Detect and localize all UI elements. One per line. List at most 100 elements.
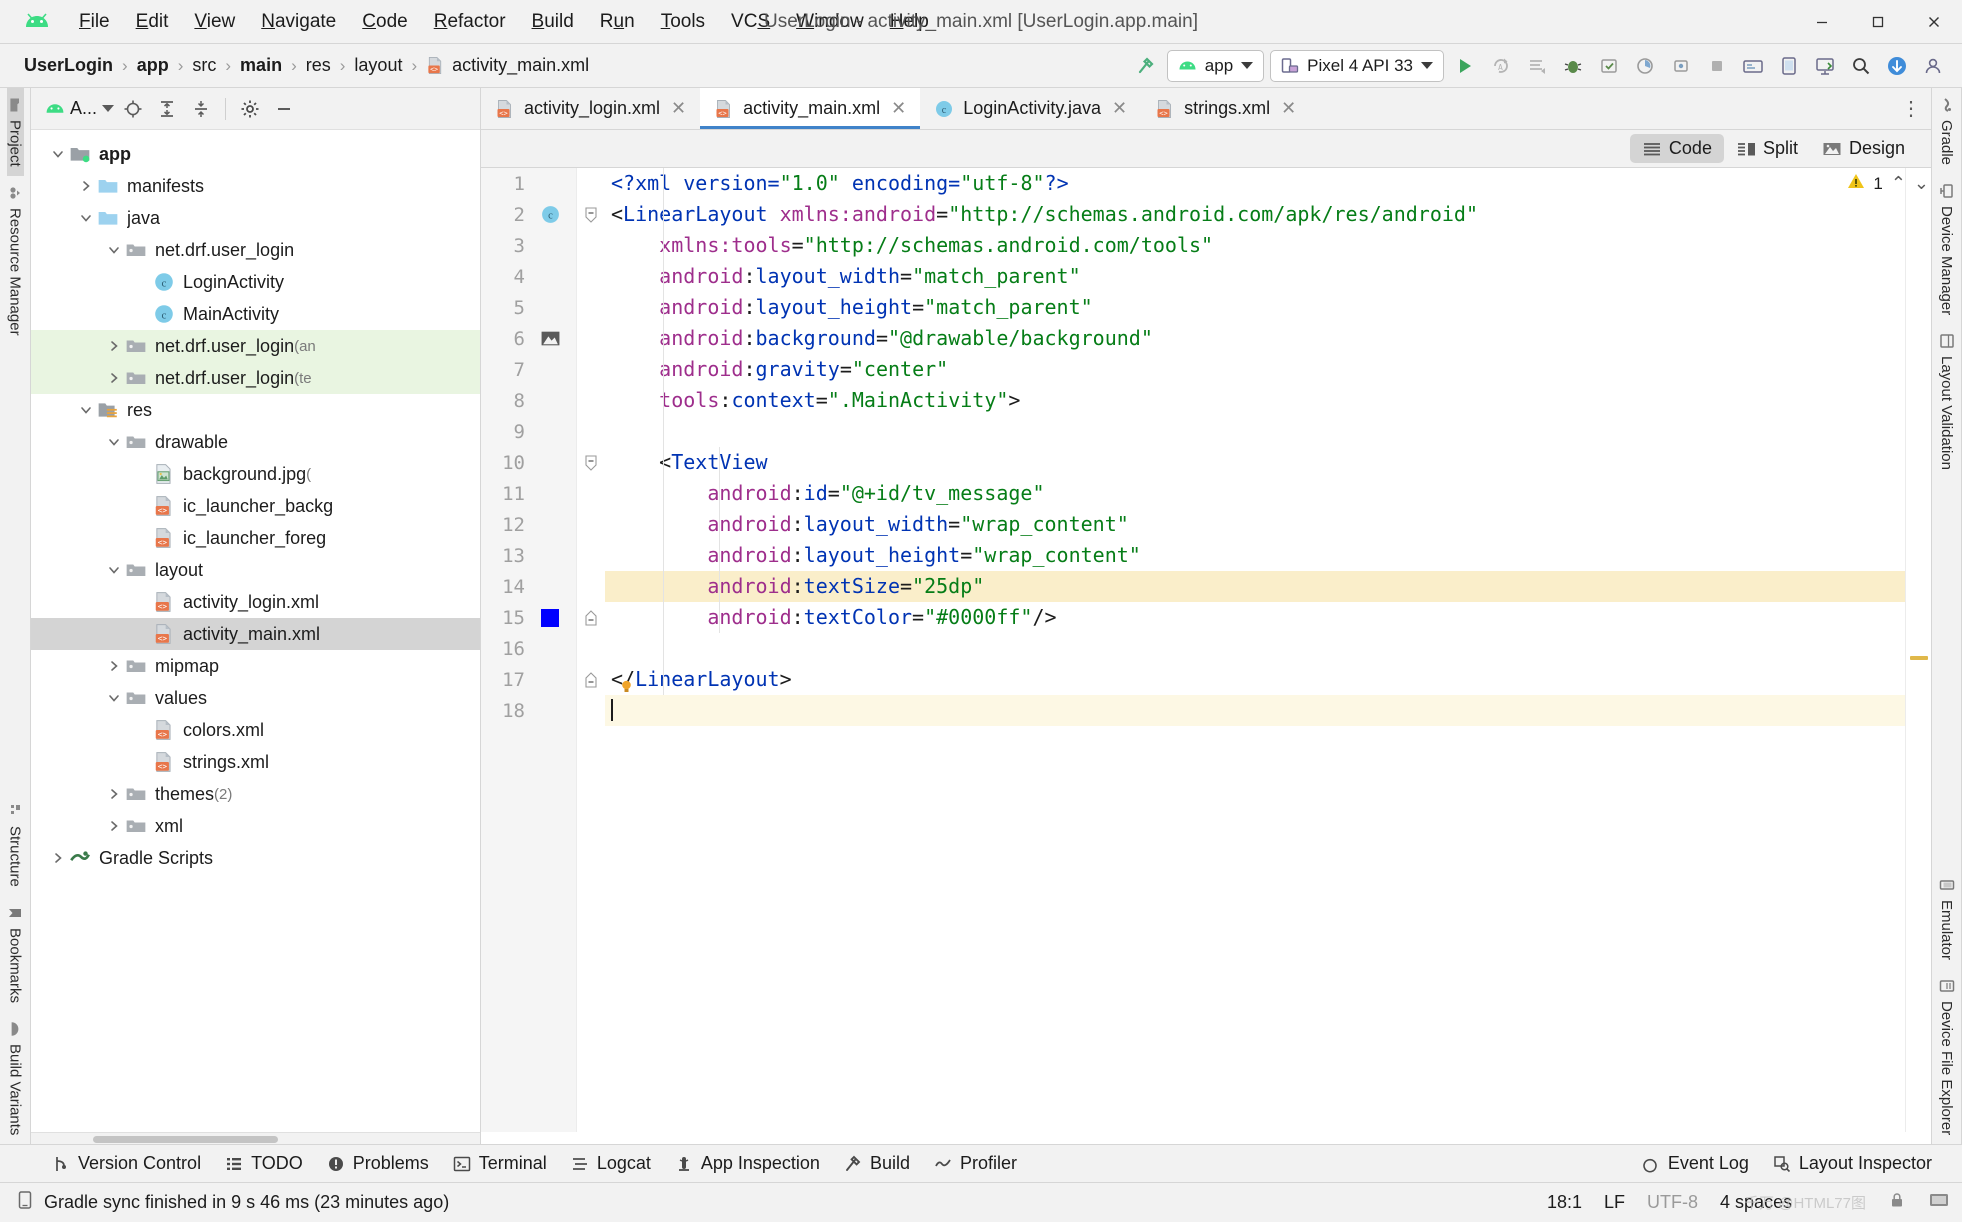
- chevron-right-icon[interactable]: [75, 179, 97, 193]
- search-icon[interactable]: [1846, 51, 1876, 81]
- sidebar-tab-device-file-explorer[interactable]: Device File Explorer: [1938, 969, 1955, 1144]
- chevron-down-icon[interactable]: [103, 435, 125, 449]
- code-line[interactable]: [605, 416, 1905, 447]
- debug-icon[interactable]: [1558, 51, 1588, 81]
- close-icon[interactable]: ✕: [671, 98, 686, 119]
- tree-row[interactable]: background.jpg (: [31, 458, 480, 490]
- menu-item-help[interactable]: Help: [877, 8, 942, 36]
- code-editor[interactable]: 1 2 c 3 4 5 6 7 8 9 10 11 12 13 14 15 16 17 18 <?xml versi…: [481, 168, 1931, 1132]
- lock-icon[interactable]: [1888, 1191, 1906, 1214]
- view-mode-design[interactable]: Design: [1810, 134, 1917, 163]
- profiler-icon[interactable]: [1630, 51, 1660, 81]
- prev-error-icon[interactable]: ⌃: [1891, 173, 1906, 194]
- file-encoding[interactable]: UTF-8: [1647, 1192, 1698, 1213]
- breadcrumb-item-res[interactable]: res: [302, 53, 335, 78]
- code-line[interactable]: android:layout_height="wrap_content": [605, 540, 1905, 571]
- code-line[interactable]: android:layout_width="wrap_content": [605, 509, 1905, 540]
- chevron-down-icon[interactable]: [47, 147, 69, 161]
- menu-item-code[interactable]: Code: [349, 8, 420, 36]
- menu-item-refactor[interactable]: Refactor: [421, 8, 519, 36]
- tool-window-layout-inspector[interactable]: Layout Inspector: [1763, 1149, 1942, 1178]
- code-line[interactable]: xmlns:tools="http://schemas.android.com/…: [605, 230, 1905, 261]
- tree-row[interactable]: <> colors.xml: [31, 714, 480, 746]
- editor-tab-activity-main-xml[interactable]: <> activity_main.xml ✕: [700, 88, 921, 129]
- tree-row[interactable]: themes (2): [31, 778, 480, 810]
- view-mode-split[interactable]: Split: [1724, 134, 1810, 163]
- menu-item-window[interactable]: Window: [783, 8, 877, 36]
- tree-row[interactable]: <> ic_launcher_backg: [31, 490, 480, 522]
- chevron-down-icon[interactable]: [103, 563, 125, 577]
- tree-row[interactable]: xml: [31, 810, 480, 842]
- tree-row[interactable]: net.drf.user_login (te: [31, 362, 480, 394]
- code-line[interactable]: tools:context=".MainActivity">: [605, 385, 1905, 416]
- chevron-right-icon[interactable]: [103, 659, 125, 673]
- tree-row[interactable]: <> ic_launcher_foreg: [31, 522, 480, 554]
- code-line[interactable]: android:gravity="center": [605, 354, 1905, 385]
- run-icon[interactable]: [1450, 51, 1480, 81]
- close-icon[interactable]: ✕: [891, 98, 906, 119]
- status-message[interactable]: Gradle sync finished in 9 s 46 ms (23 mi…: [44, 1192, 449, 1213]
- sidebar-tab-build-variants[interactable]: Build Variants: [7, 1012, 24, 1144]
- editor-tab-strings-xml[interactable]: <> strings.xml ✕: [1141, 88, 1310, 129]
- tree-row[interactable]: <> strings.xml: [31, 746, 480, 778]
- tree-row[interactable]: drawable: [31, 426, 480, 458]
- fold-marker[interactable]: [577, 664, 605, 695]
- select-opened-file-icon[interactable]: [118, 94, 148, 124]
- device-selector[interactable]: Pixel 4 API 33: [1270, 49, 1444, 82]
- tree-row[interactable]: values: [31, 682, 480, 714]
- update-icon[interactable]: [1882, 51, 1912, 81]
- build-hammer-icon[interactable]: [1131, 51, 1161, 81]
- code-text-area[interactable]: <?xml version="1.0" encoding="utf-8"?> <L…: [605, 168, 1905, 1132]
- error-stripe-mark[interactable]: [1910, 656, 1928, 660]
- editor-gutter[interactable]: 1 2 c 3 4 5 6 7 8 9 10 11 12 13 14 15 16 17 18: [481, 168, 577, 1132]
- project-view-selector[interactable]: A...: [45, 98, 115, 119]
- tree-row[interactable]: layout: [31, 554, 480, 586]
- code-line[interactable]: android:textSize="25dp": [605, 571, 1905, 602]
- sidebar-tab-bookmarks[interactable]: Bookmarks: [7, 896, 24, 1012]
- intention-bulb-icon[interactable]: [619, 672, 634, 703]
- tree-row[interactable]: java: [31, 202, 480, 234]
- gutter-marker[interactable]: [527, 608, 573, 627]
- tree-row[interactable]: <> activity_main.xml: [31, 618, 480, 650]
- tree-row[interactable]: <> activity_login.xml: [31, 586, 480, 618]
- apply-code-changes-icon[interactable]: A: [1486, 51, 1516, 81]
- minimize-button[interactable]: [1794, 0, 1850, 44]
- code-line[interactable]: android:background="@drawable/background…: [605, 323, 1905, 354]
- editor-horizontal-scrollbar[interactable]: [481, 1132, 1931, 1144]
- run-with-coverage-icon[interactable]: [1594, 51, 1624, 81]
- menu-item-build[interactable]: Build: [519, 8, 587, 36]
- device-manager-icon[interactable]: [1810, 51, 1840, 81]
- chevron-right-icon[interactable]: [103, 819, 125, 833]
- close-button[interactable]: [1906, 0, 1962, 44]
- sidebar-tab-gradle[interactable]: Gradle: [1938, 88, 1955, 174]
- tool-window-todo[interactable]: TODO: [215, 1149, 313, 1178]
- close-icon[interactable]: ✕: [1281, 98, 1296, 119]
- code-line[interactable]: android:layout_width="match_parent": [605, 261, 1905, 292]
- tool-window-app-inspection[interactable]: App Inspection: [665, 1149, 830, 1178]
- settings-gear-icon[interactable]: [235, 94, 265, 124]
- tree-row[interactable]: net.drf.user_login (an: [31, 330, 480, 362]
- tool-window-build[interactable]: Build: [834, 1149, 920, 1178]
- chevron-down-icon[interactable]: [75, 211, 97, 225]
- tree-row[interactable]: mipmap: [31, 650, 480, 682]
- tool-window-problems[interactable]: Problems: [317, 1149, 439, 1178]
- gutter-marker[interactable]: c: [527, 204, 573, 225]
- code-line[interactable]: <LinearLayout xmlns:android="http://sche…: [605, 199, 1905, 230]
- expand-all-icon[interactable]: [152, 94, 182, 124]
- project-tree[interactable]: app manifests java net.drf.user_login c Login…: [31, 130, 480, 1132]
- tree-row[interactable]: Gradle Scripts: [31, 842, 480, 874]
- tool-window-version-control[interactable]: Version Control: [42, 1149, 211, 1178]
- breadcrumb-item-src[interactable]: src: [188, 53, 220, 78]
- sidebar-tab-structure[interactable]: Structure: [7, 794, 24, 896]
- view-mode-code[interactable]: Code: [1629, 134, 1724, 163]
- menu-item-tools[interactable]: Tools: [648, 8, 718, 36]
- editor-tab-options[interactable]: ⋮: [1901, 88, 1931, 129]
- code-line[interactable]: android:id="@+id/tv_message": [605, 478, 1905, 509]
- menu-item-file[interactable]: File: [66, 8, 123, 36]
- avd-manager-icon[interactable]: [1774, 51, 1804, 81]
- code-line[interactable]: <TextView: [605, 447, 1905, 478]
- editor-tab-loginactivity-java[interactable]: c LoginActivity.java ✕: [920, 88, 1141, 129]
- collapse-all-icon[interactable]: [186, 94, 216, 124]
- account-icon[interactable]: [1918, 51, 1948, 81]
- tree-row[interactable]: net.drf.user_login: [31, 234, 480, 266]
